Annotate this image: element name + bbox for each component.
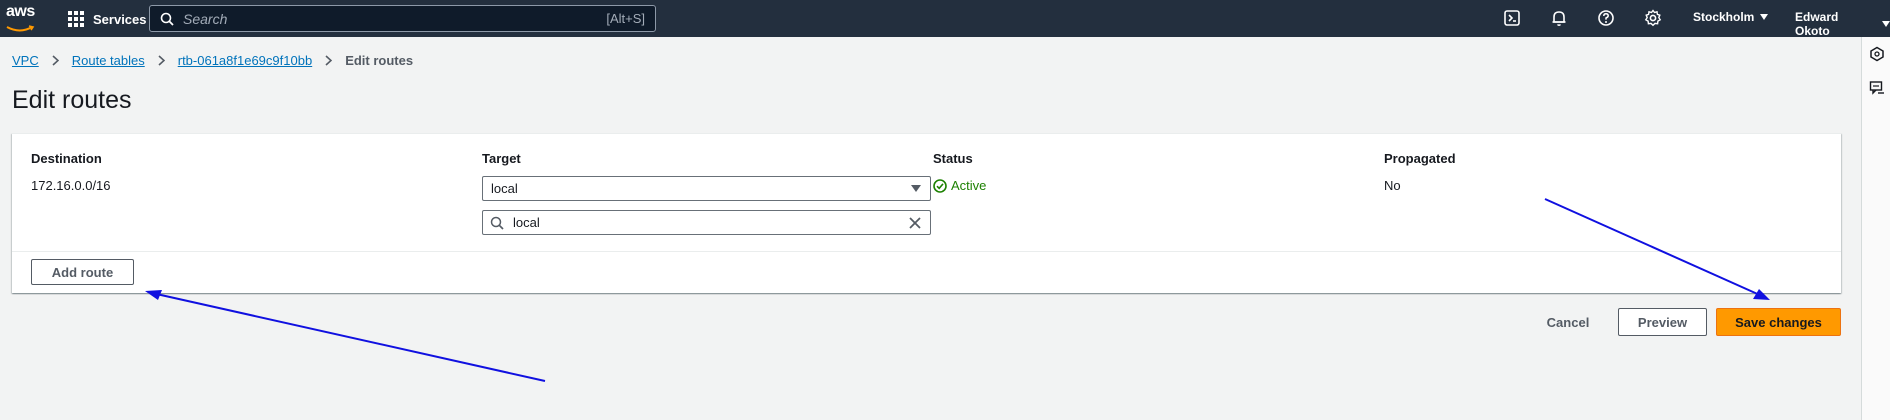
region-selector[interactable]: Stockholm [1693, 10, 1769, 24]
target-select[interactable]: local [482, 176, 931, 201]
services-menu-button[interactable]: Services [68, 8, 147, 30]
cloudshell-icon[interactable] [1503, 9, 1521, 27]
propagated-cell: No [1384, 178, 1401, 193]
search-icon [160, 12, 174, 26]
region-label: Stockholm [1693, 10, 1755, 24]
services-grid-icon [68, 11, 84, 27]
page-title: Edit routes [12, 86, 132, 114]
aws-smile-icon [6, 25, 35, 32]
top-navigation: aws Services Search [Alt+S] Stockholm Ed… [0, 0, 1890, 38]
destination-cell: 172.16.0.0/16 [31, 178, 111, 193]
bell-icon[interactable] [1550, 9, 1568, 27]
cancel-button[interactable]: Cancel [1538, 309, 1598, 335]
chevron-down-icon [1882, 21, 1890, 27]
caret-down-icon [911, 185, 921, 192]
services-label: Services [93, 11, 147, 27]
search-placeholder: Search [183, 10, 228, 27]
preview-button[interactable]: Preview [1618, 308, 1707, 336]
gear-icon[interactable] [1644, 9, 1662, 27]
search-shortcut-hint: [Alt+S] [606, 11, 645, 26]
arrow-to-add-route [145, 290, 546, 382]
aws-logo[interactable]: aws [6, 4, 40, 32]
column-header-target: Target [482, 151, 521, 166]
chevron-right-icon [325, 55, 333, 66]
column-header-status: Status [933, 151, 973, 166]
feedback-icon[interactable] [1869, 80, 1885, 96]
breadcrumb-route-tables-link[interactable]: Route tables [72, 53, 145, 68]
user-name: Edward Okoto [1795, 10, 1839, 38]
help-icon[interactable] [1597, 9, 1615, 27]
save-changes-button[interactable]: Save changes [1716, 308, 1841, 336]
right-utility-rail [1861, 37, 1890, 420]
target-select-value: local [491, 181, 518, 196]
status-text: Active [951, 178, 987, 193]
info-hexagon-icon[interactable] [1869, 46, 1885, 62]
search-icon [490, 216, 504, 230]
account-menu[interactable]: Edward Okoto [1795, 10, 1890, 38]
breadcrumb-route-table-id-link[interactable]: rtb-061a8f1e69c9f10bb [178, 53, 312, 68]
routes-editor-card: Destination Target Status Propagated 172… [12, 133, 1841, 293]
column-header-propagated: Propagated [1384, 151, 1456, 166]
status-indicator: Active [933, 178, 986, 193]
chevron-right-icon [158, 55, 165, 66]
target-filter-input[interactable]: local [482, 210, 931, 235]
target-filter-value: local [513, 215, 540, 230]
clear-icon[interactable] [908, 216, 922, 230]
card-divider [12, 251, 1841, 252]
aws-logo-text: aws [6, 3, 35, 20]
add-route-button[interactable]: Add route [31, 259, 134, 285]
chevron-down-icon [1760, 14, 1769, 20]
search-input[interactable]: Search [Alt+S] [149, 5, 656, 32]
breadcrumb-vpc-link[interactable]: VPC [12, 53, 39, 68]
column-header-destination: Destination [31, 151, 102, 166]
chevron-right-icon [52, 55, 59, 66]
check-circle-icon [933, 178, 947, 193]
breadcrumb-current: Edit routes [345, 53, 414, 68]
breadcrumb: VPC Route tables rtb-061a8f1e69c9f10bb E… [12, 53, 413, 68]
